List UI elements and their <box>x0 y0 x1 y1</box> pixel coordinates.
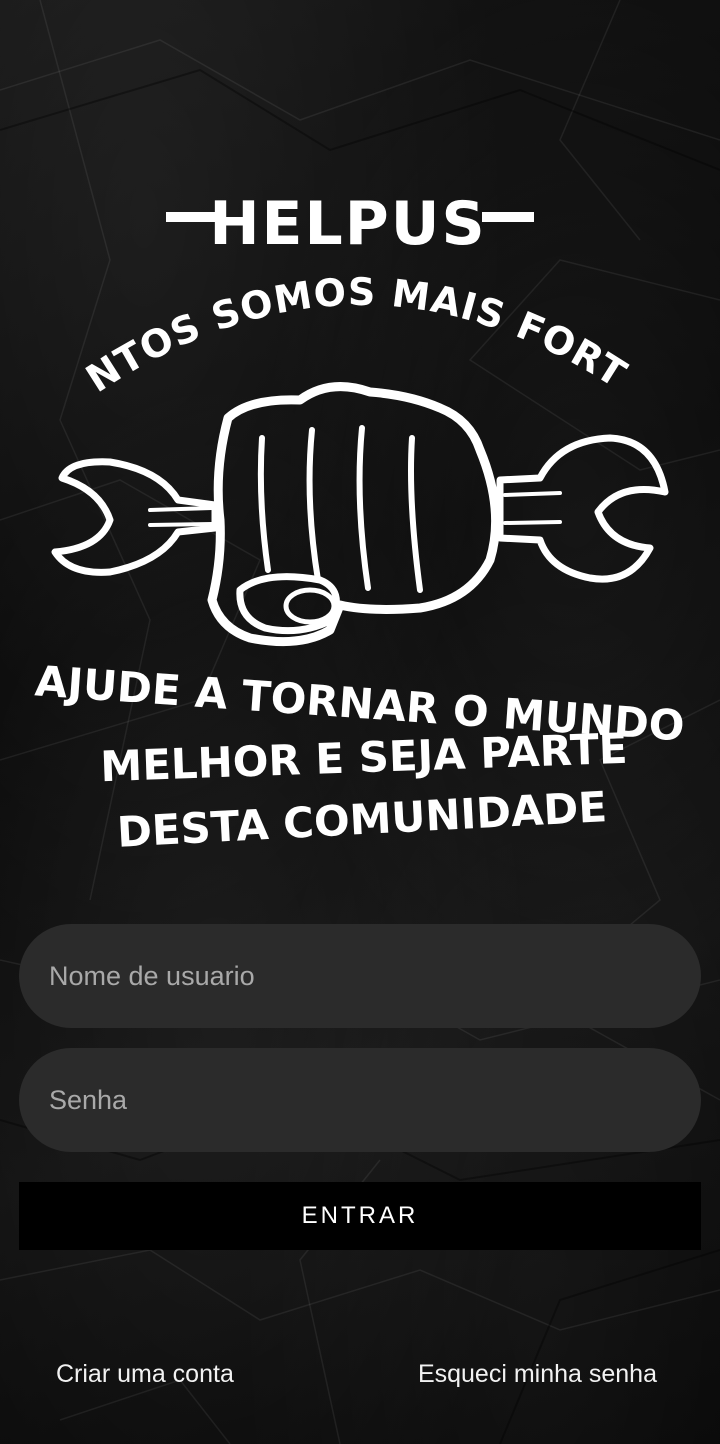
logo-message-line-2: MELHOR E SEJA PARTE <box>100 724 629 791</box>
username-field[interactable] <box>19 924 701 1028</box>
login-screen: HELPUS JUNTOS SOMOS MAIS FORTES AJUDE A <box>0 0 720 1444</box>
fist-wrench-icon <box>51 382 669 647</box>
logo-message-line-3: DESTA COMUNIDADE <box>116 782 608 857</box>
logo-title: HELPUS <box>209 189 486 259</box>
title-right-dash <box>482 212 534 222</box>
username-input[interactable] <box>19 924 701 1028</box>
password-field[interactable] <box>19 1048 701 1152</box>
forgot-password-link[interactable]: Esqueci minha senha <box>418 1358 657 1390</box>
logo-tagline: JUNTOS SOMOS MAIS FORTES <box>0 150 634 401</box>
password-input[interactable] <box>19 1048 701 1152</box>
create-account-link[interactable]: Criar uma conta <box>56 1358 234 1390</box>
login-button[interactable]: ENTRAR <box>19 1182 701 1250</box>
helpus-logo: HELPUS JUNTOS SOMOS MAIS FORTES AJUDE A <box>0 150 686 857</box>
